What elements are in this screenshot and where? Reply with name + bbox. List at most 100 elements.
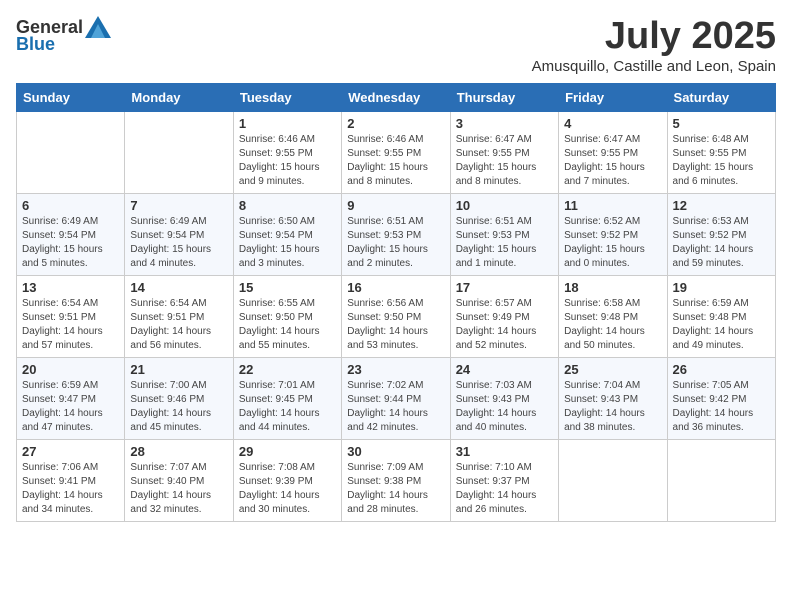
calendar-cell: 11Sunrise: 6:52 AM Sunset: 9:52 PM Dayli…	[559, 193, 667, 275]
day-info: Sunrise: 7:01 AM Sunset: 9:45 PM Dayligh…	[239, 379, 336, 435]
calendar-cell: 17 Sunrise: 6:57 AM Sunset: 9:49 PM Dayli…	[450, 275, 558, 357]
calendar-cell	[17, 111, 125, 193]
calendar-cell: 31Sunrise: 7:10 AM Sunset: 9:37 PM Dayli…	[450, 439, 558, 521]
calendar-cell	[125, 111, 233, 193]
day-info: Sunrise: 6:57 AM Sunset: 9:49 PM Dayligh…	[456, 297, 553, 353]
day-info: Sunrise: 7:03 AM Sunset: 9:43 PM Dayligh…	[456, 379, 553, 435]
day-number: 17	[456, 280, 553, 295]
day-info: Sunrise: 6:56 AM Sunset: 9:50 PM Dayligh…	[347, 297, 444, 353]
day-info: Sunrise: 6:58 AM Sunset: 9:48 PM Dayligh…	[564, 297, 661, 353]
calendar-week-row: 27Sunrise: 7:06 AM Sunset: 9:41 PM Dayli…	[17, 439, 776, 521]
day-info: Sunrise: 6:49 AM Sunset: 9:54 PM Dayligh…	[22, 215, 119, 271]
day-info: Sunrise: 7:00 AM Sunset: 9:46 PM Dayligh…	[130, 379, 227, 435]
day-info: Sunrise: 6:52 AM Sunset: 9:52 PM Dayligh…	[564, 215, 661, 271]
day-number: 6	[22, 198, 119, 213]
calendar-cell: 21 Sunrise: 7:00 AM Sunset: 9:46 PM Dayli…	[125, 357, 233, 439]
day-number: 22	[239, 362, 336, 377]
day-info: Sunrise: 7:05 AM Sunset: 9:42 PM Dayligh…	[673, 379, 770, 435]
day-info: Sunrise: 6:54 AM Sunset: 9:51 PM Dayligh…	[130, 297, 227, 353]
logo-icon	[85, 16, 111, 38]
day-number: 24	[456, 362, 553, 377]
day-of-week-header: Sunday	[17, 83, 125, 111]
day-info: Sunrise: 6:48 AM Sunset: 9:55 PM Dayligh…	[673, 133, 770, 189]
day-number: 25	[564, 362, 661, 377]
logo: General Blue	[16, 16, 111, 55]
day-info: Sunrise: 6:47 AM Sunset: 9:55 PM Dayligh…	[456, 133, 553, 189]
day-number: 21	[130, 362, 227, 377]
day-info: Sunrise: 6:59 AM Sunset: 9:48 PM Dayligh…	[673, 297, 770, 353]
day-info: Sunrise: 6:54 AM Sunset: 9:51 PM Dayligh…	[22, 297, 119, 353]
day-info: Sunrise: 6:46 AM Sunset: 9:55 PM Dayligh…	[347, 133, 444, 189]
day-number: 12	[673, 198, 770, 213]
day-info: Sunrise: 6:49 AM Sunset: 9:54 PM Dayligh…	[130, 215, 227, 271]
calendar-header-row: SundayMondayTuesdayWednesdayThursdayFrid…	[17, 83, 776, 111]
calendar-table: SundayMondayTuesdayWednesdayThursdayFrid…	[16, 83, 776, 522]
calendar-cell: 25 Sunrise: 7:04 AM Sunset: 9:43 PM Dayli…	[559, 357, 667, 439]
title-section: July 2025 Amusquillo, Castille and Leon,…	[532, 16, 776, 75]
calendar-cell: 10 Sunrise: 6:51 AM Sunset: 9:53 PM Dayli…	[450, 193, 558, 275]
day-number: 18	[564, 280, 661, 295]
calendar-cell: 24 Sunrise: 7:03 AM Sunset: 9:43 PM Dayli…	[450, 357, 558, 439]
calendar-week-row: 6 Sunrise: 6:49 AM Sunset: 9:54 PM Daylig…	[17, 193, 776, 275]
calendar-cell: 29 Sunrise: 7:08 AM Sunset: 9:39 PM Dayli…	[233, 439, 341, 521]
day-number: 13	[22, 280, 119, 295]
day-info: Sunrise: 7:08 AM Sunset: 9:39 PM Dayligh…	[239, 461, 336, 517]
day-info: Sunrise: 6:46 AM Sunset: 9:55 PM Dayligh…	[239, 133, 336, 189]
calendar-cell: 1 Sunrise: 6:46 AM Sunset: 9:55 PM Daylig…	[233, 111, 341, 193]
calendar-cell: 23 Sunrise: 7:02 AM Sunset: 9:44 PM Dayli…	[342, 357, 450, 439]
day-info: Sunrise: 7:07 AM Sunset: 9:40 PM Dayligh…	[130, 461, 227, 517]
calendar-cell: 14 Sunrise: 6:54 AM Sunset: 9:51 PM Dayli…	[125, 275, 233, 357]
logo-blue-text: Blue	[16, 34, 55, 55]
day-number: 29	[239, 444, 336, 459]
day-info: Sunrise: 7:04 AM Sunset: 9:43 PM Dayligh…	[564, 379, 661, 435]
day-number: 19	[673, 280, 770, 295]
calendar-week-row: 1 Sunrise: 6:46 AM Sunset: 9:55 PM Daylig…	[17, 111, 776, 193]
day-info: Sunrise: 7:02 AM Sunset: 9:44 PM Dayligh…	[347, 379, 444, 435]
calendar-cell: 13 Sunrise: 6:54 AM Sunset: 9:51 PM Dayli…	[17, 275, 125, 357]
day-number: 4	[564, 116, 661, 131]
day-info: Sunrise: 7:10 AM Sunset: 9:37 PM Dayligh…	[456, 461, 553, 517]
day-info: Sunrise: 6:50 AM Sunset: 9:54 PM Dayligh…	[239, 215, 336, 271]
calendar-body: 1 Sunrise: 6:46 AM Sunset: 9:55 PM Daylig…	[17, 111, 776, 521]
day-of-week-header: Monday	[125, 83, 233, 111]
day-number: 16	[347, 280, 444, 295]
day-number: 28	[130, 444, 227, 459]
day-info: Sunrise: 6:51 AM Sunset: 9:53 PM Dayligh…	[456, 215, 553, 271]
calendar-cell: 8 Sunrise: 6:50 AM Sunset: 9:54 PM Daylig…	[233, 193, 341, 275]
day-number: 23	[347, 362, 444, 377]
day-number: 30	[347, 444, 444, 459]
calendar-cell: 7 Sunrise: 6:49 AM Sunset: 9:54 PM Daylig…	[125, 193, 233, 275]
day-number: 10	[456, 198, 553, 213]
calendar-cell: 9 Sunrise: 6:51 AM Sunset: 9:53 PM Daylig…	[342, 193, 450, 275]
day-number: 7	[130, 198, 227, 213]
calendar-header: SundayMondayTuesdayWednesdayThursdayFrid…	[17, 83, 776, 111]
day-of-week-header: Friday	[559, 83, 667, 111]
day-number: 15	[239, 280, 336, 295]
calendar-cell: 6 Sunrise: 6:49 AM Sunset: 9:54 PM Daylig…	[17, 193, 125, 275]
day-number: 1	[239, 116, 336, 131]
calendar-cell: 12Sunrise: 6:53 AM Sunset: 9:52 PM Dayli…	[667, 193, 775, 275]
day-number: 27	[22, 444, 119, 459]
calendar-cell: 16 Sunrise: 6:56 AM Sunset: 9:50 PM Dayli…	[342, 275, 450, 357]
calendar-cell: 2Sunrise: 6:46 AM Sunset: 9:55 PM Daylig…	[342, 111, 450, 193]
calendar-cell: 20Sunrise: 6:59 AM Sunset: 9:47 PM Dayli…	[17, 357, 125, 439]
day-number: 3	[456, 116, 553, 131]
day-number: 20	[22, 362, 119, 377]
calendar-cell: 22 Sunrise: 7:01 AM Sunset: 9:45 PM Dayli…	[233, 357, 341, 439]
calendar-cell: 3 Sunrise: 6:47 AM Sunset: 9:55 PM Daylig…	[450, 111, 558, 193]
calendar-week-row: 13 Sunrise: 6:54 AM Sunset: 9:51 PM Dayli…	[17, 275, 776, 357]
calendar-cell: 28 Sunrise: 7:07 AM Sunset: 9:40 PM Dayli…	[125, 439, 233, 521]
calendar-cell	[667, 439, 775, 521]
calendar-cell: 18 Sunrise: 6:58 AM Sunset: 9:48 PM Dayli…	[559, 275, 667, 357]
calendar-cell: 4 Sunrise: 6:47 AM Sunset: 9:55 PM Daylig…	[559, 111, 667, 193]
day-number: 9	[347, 198, 444, 213]
day-of-week-header: Tuesday	[233, 83, 341, 111]
day-info: Sunrise: 6:55 AM Sunset: 9:50 PM Dayligh…	[239, 297, 336, 353]
day-info: Sunrise: 6:51 AM Sunset: 9:53 PM Dayligh…	[347, 215, 444, 271]
day-info: Sunrise: 6:47 AM Sunset: 9:55 PM Dayligh…	[564, 133, 661, 189]
day-number: 14	[130, 280, 227, 295]
day-number: 8	[239, 198, 336, 213]
calendar-cell: 26Sunrise: 7:05 AM Sunset: 9:42 PM Dayli…	[667, 357, 775, 439]
page-header: General Blue July 2025 Amusquillo, Casti…	[16, 16, 776, 75]
calendar-cell: 30Sunrise: 7:09 AM Sunset: 9:38 PM Dayli…	[342, 439, 450, 521]
